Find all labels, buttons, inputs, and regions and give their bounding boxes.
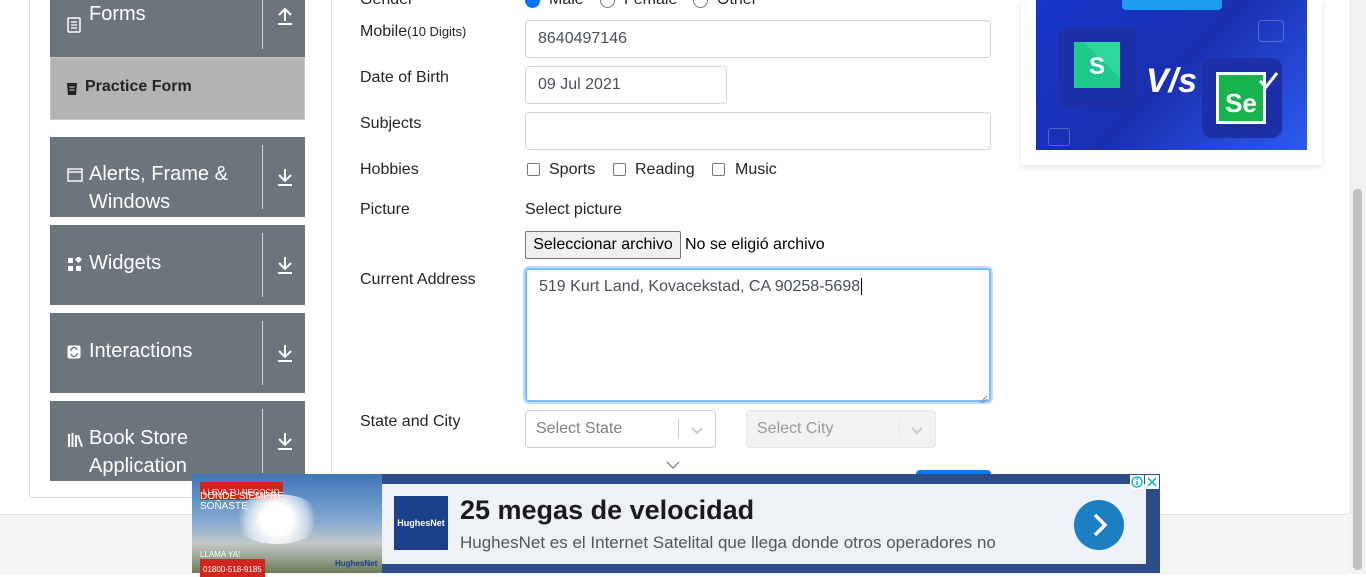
ad-top-bar: [1122, 0, 1222, 10]
gender-option-label: Female: [624, 0, 677, 9]
subjects-input[interactable]: [525, 112, 991, 150]
sidebar-group-interactions[interactable]: Interactions: [50, 313, 305, 393]
select-picture-label: Select picture: [525, 201, 622, 218]
hobby-label: Sports: [549, 161, 596, 178]
dob-input[interactable]: 09 Jul 2021: [525, 66, 727, 104]
resize-handle-icon[interactable]: [979, 390, 988, 404]
sidebar-group-label: Book Store Application: [89, 427, 188, 477]
current-address-label: Current Address: [360, 271, 476, 288]
ad-banner-bottom[interactable]: LLEVA TU NEGOCIO DONDE SIEMPRE SOÑASTE L…: [192, 474, 1160, 577]
hobby-label: Music: [735, 161, 777, 178]
chevron-down-icon: [690, 423, 704, 437]
chevron-down-icon: [910, 423, 924, 437]
sidebar-group-widgets[interactable]: Widgets: [50, 225, 305, 305]
gender-radio-male[interactable]: [525, 0, 540, 8]
interactions-icon: [67, 345, 83, 361]
sidebar-group-book-store[interactable]: Book Store Application: [50, 401, 305, 481]
katalon-logo-icon: S: [1074, 42, 1120, 88]
browser-icon: [1048, 128, 1070, 146]
sidebar-group-label: Widgets: [89, 252, 162, 274]
ad-banner-right[interactable]: S V/s Se: [1021, 0, 1322, 165]
group-divider: [262, 321, 263, 385]
widgets-icon: [67, 255, 83, 273]
select-separator: [678, 419, 679, 439]
sidebar-group-label: Alerts, Frame & Windows: [89, 163, 228, 213]
ad-phone: 01800-518-9185: [203, 565, 262, 574]
document-icon: [67, 17, 83, 33]
gender-radio-female[interactable]: [600, 0, 615, 8]
group-divider: [262, 0, 263, 49]
ad-phone-badge: 01800-518-9185: [200, 559, 265, 577]
hobby-checkbox-music[interactable]: [712, 163, 725, 176]
arrow-down-icon[interactable]: [276, 167, 296, 189]
arrow-down-icon[interactable]: [276, 343, 296, 365]
window-icon: [67, 168, 83, 184]
ad-photo: LLEVA TU NEGOCIO DONDE SIEMPRE SOÑASTE L…: [192, 474, 382, 577]
group-divider: [262, 409, 263, 473]
sidebar-group-label: Forms: [89, 3, 146, 25]
gender-label: Gender: [360, 0, 413, 9]
chevron-down-icon[interactable]: [666, 457, 680, 470]
page-scrollbar[interactable]: [1349, 0, 1366, 574]
city-placeholder: Select City: [757, 420, 834, 437]
address-text: 519 Kurt Land, Kovacekstad, CA 90258-569…: [539, 278, 861, 295]
chevron-right-icon: [1093, 513, 1108, 537]
hobby-checkbox-reading[interactable]: [613, 163, 626, 176]
ad-subtext: HughesNet es el Internet Satelital que l…: [460, 533, 996, 552]
arrow-down-icon[interactable]: [276, 431, 296, 453]
ad-headline: 25 megas de velocidad: [460, 495, 755, 525]
state-city-label: State and City: [360, 413, 461, 430]
sidebar-group-alerts[interactable]: Alerts, Frame & Windows: [50, 137, 305, 217]
ad-go-button[interactable]: [1074, 500, 1124, 550]
ad-close-icon[interactable]: [1145, 475, 1159, 489]
text-cursor: [861, 278, 863, 295]
books-icon: [67, 432, 83, 448]
check-icon: [1258, 70, 1279, 90]
hobbies-label: Hobbies: [360, 161, 419, 178]
state-select[interactable]: Select State: [525, 410, 716, 448]
ad-photo-brand: HughesNet: [335, 559, 378, 568]
city-select[interactable]: Select City: [746, 410, 936, 448]
ad-text-panel: HughesNet 25 megas de velocidad HughesNe…: [382, 484, 1146, 564]
hughesnet-logo: HughesNet: [394, 496, 448, 550]
sidebar-item-practice-form[interactable]: Practice Form: [50, 57, 305, 120]
mobile-hint: (10 Digits): [407, 24, 467, 39]
dob-label: Date of Birth: [360, 69, 449, 86]
group-divider: [262, 233, 263, 297]
code-icon: [1258, 20, 1284, 42]
mobile-label-text: Mobile: [360, 23, 408, 40]
file-status-text: No se eligió archivo: [685, 236, 825, 253]
arrow-up-icon[interactable]: [276, 6, 296, 28]
upload-picture-button[interactable]: Seleccionar archivo: [525, 231, 681, 259]
cloud-image: [232, 494, 322, 544]
state-placeholder: Select State: [536, 420, 623, 437]
hobby-checkbox-sports[interactable]: [527, 163, 540, 176]
mobile-label: Mobile(10 Digits): [360, 23, 466, 41]
select-separator: [899, 419, 900, 439]
subjects-label: Subjects: [360, 115, 422, 132]
selenium-logo-text: Se: [1225, 88, 1257, 118]
current-address-textarea[interactable]: 519 Kurt Land, Kovacekstad, CA 90258-569…: [525, 268, 991, 404]
form-icon: [66, 82, 78, 96]
adchoices-icon[interactable]: [1130, 475, 1144, 489]
sidebar-group-label: Interactions: [89, 340, 193, 362]
group-divider: [262, 145, 263, 209]
picture-label: Picture: [360, 201, 410, 218]
gender-option-label: Male: [549, 0, 584, 9]
ad-call-label: LLAMA YA!: [200, 550, 241, 559]
sidebar-item-label: Practice Form: [85, 78, 192, 95]
hobby-label: Reading: [635, 161, 695, 178]
gender-radio-other[interactable]: [693, 0, 708, 8]
ad-image: S V/s Se: [1036, 0, 1307, 150]
arrow-down-icon[interactable]: [276, 255, 296, 277]
mobile-input[interactable]: 8640497146: [525, 20, 991, 58]
gender-option-label: Other: [717, 0, 757, 9]
sidebar-group-forms[interactable]: Forms: [50, 0, 305, 57]
scrollbar-thumb[interactable]: [1353, 189, 1362, 570]
versus-text: V/s: [1146, 62, 1198, 100]
svg-text:S: S: [1089, 53, 1105, 80]
